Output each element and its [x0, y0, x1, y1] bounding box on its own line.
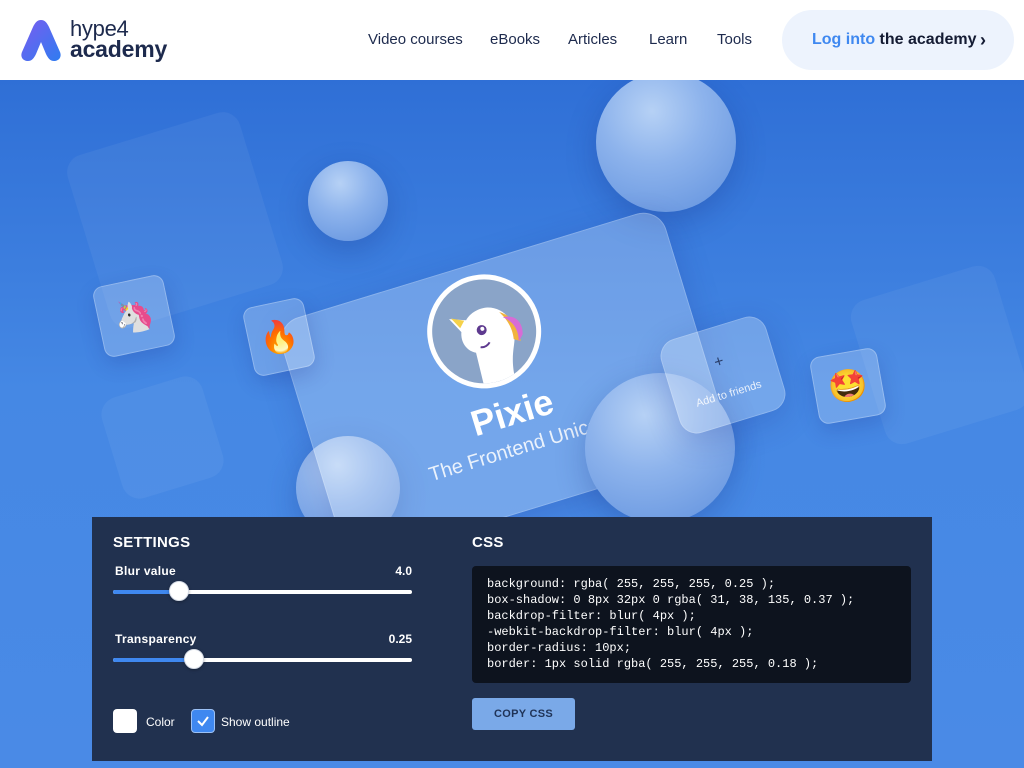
- transparency-slider-fill: [113, 658, 194, 662]
- logo-text-academy: academy: [70, 36, 168, 62]
- css-title: CSS: [472, 534, 504, 551]
- blur-label: Blur value: [115, 564, 177, 578]
- nav-articles[interactable]: Articles: [568, 31, 617, 48]
- fire-emoji-icon: 🔥: [255, 315, 303, 359]
- unicorn-emoji-card: 🦄: [91, 273, 177, 359]
- star-struck-emoji-card: 🤩: [808, 346, 888, 426]
- unicorn-emoji-icon: 🦄: [110, 294, 158, 338]
- site-header: hype4 academy Video courses eBooks Artic…: [0, 0, 1024, 80]
- blur-slider[interactable]: [113, 581, 412, 601]
- transparency-label: Transparency: [115, 632, 197, 646]
- css-code-block[interactable]: background: rgba( 255, 255, 255, 0.25 );…: [472, 566, 911, 683]
- hype4-logo-icon: [21, 20, 61, 61]
- transparency-slider-thumb[interactable]: [183, 649, 204, 669]
- css-code-line: background: rgba( 255, 255, 255, 0.25 );: [487, 577, 776, 591]
- settings-panel: SETTINGS Blur value 4.0 Transparency 0.2…: [92, 517, 932, 761]
- nav-learn[interactable]: Learn: [649, 31, 687, 48]
- css-code-line: border: 1px solid rgba( 255, 255, 255, 0…: [487, 657, 819, 671]
- nav-video-courses[interactable]: Video courses: [368, 31, 463, 48]
- copy-css-button[interactable]: COPY CSS: [472, 698, 575, 730]
- login-suffix: the academy: [879, 31, 977, 48]
- color-label: Color: [146, 715, 175, 729]
- ghost-card: [96, 371, 229, 504]
- nav-ebooks[interactable]: eBooks: [490, 31, 540, 48]
- avatar: [412, 260, 556, 403]
- fire-emoji-card: 🔥: [241, 296, 317, 378]
- css-code-line: backdrop-filter: blur( 4px );: [487, 609, 696, 623]
- chevron-right-icon: ›: [980, 30, 986, 50]
- blur-slider-thumb[interactable]: [168, 581, 189, 601]
- show-outline-label: Show outline: [221, 715, 290, 729]
- transparency-value: 0.25: [388, 632, 412, 646]
- login-button[interactable]: Log into the academy ›: [782, 10, 1014, 70]
- transparency-slider[interactable]: [113, 649, 412, 669]
- css-code-line: -webkit-backdrop-filter: blur( 4px );: [487, 625, 754, 639]
- decor-sphere: [308, 161, 388, 241]
- css-code-line: box-shadow: 0 8px 32px 0 rgba( 31, 38, 1…: [487, 593, 855, 607]
- logo[interactable]: hype4 academy: [20, 16, 180, 64]
- color-checkbox[interactable]: [113, 709, 137, 733]
- show-outline-checkbox[interactable]: [191, 709, 215, 733]
- unicorn-avatar-icon: [419, 266, 550, 397]
- css-code-line: border-radius: 10px;: [487, 641, 632, 655]
- nav-tools[interactable]: Tools: [717, 31, 752, 48]
- login-prefix: Log into: [812, 31, 876, 48]
- star-struck-emoji-icon: 🤩: [825, 364, 871, 408]
- blur-value: 4.0: [395, 564, 412, 578]
- checkmark-icon: [197, 716, 209, 727]
- settings-title: SETTINGS: [113, 534, 191, 551]
- decor-sphere: [596, 80, 736, 212]
